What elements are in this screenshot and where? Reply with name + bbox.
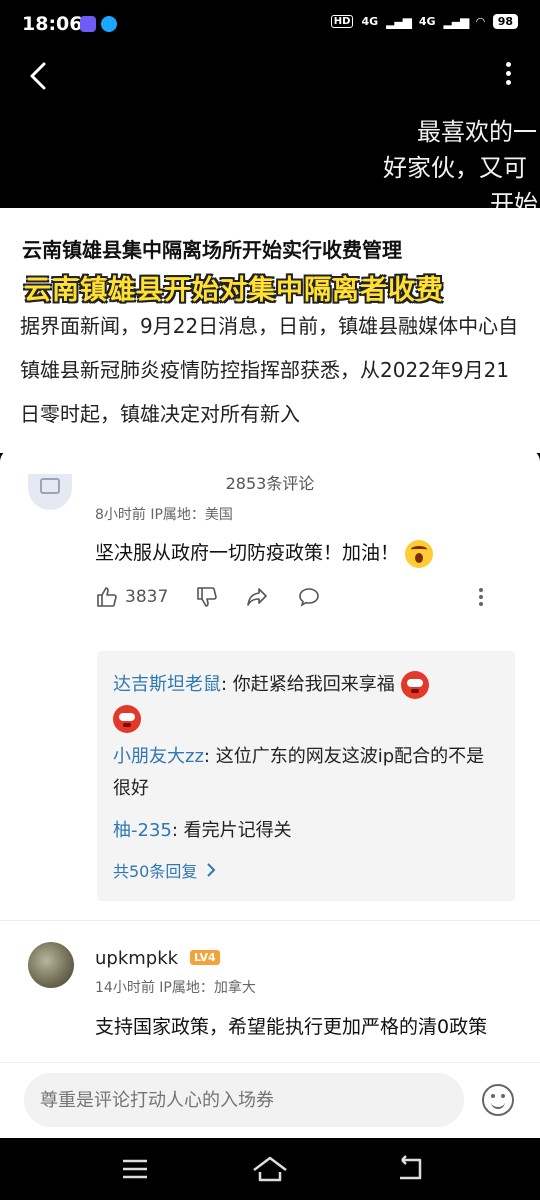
status-time: 18:06 [22, 13, 83, 35]
reply-item[interactable]: 小朋友大zz: 这位广东的网友这波ip配合的不是很好 [113, 741, 493, 805]
share-button[interactable] [245, 582, 269, 612]
like-button[interactable]: 3837 [95, 582, 168, 612]
comment-divider [0, 920, 540, 921]
hd-voice-icon: HD [330, 15, 354, 28]
reply-author[interactable]: 达吉斯坦老鼠 [113, 674, 221, 695]
back-arrow-icon [30, 62, 46, 90]
comment-more-button[interactable] [469, 582, 493, 612]
surprised-emoji-icon [405, 539, 434, 568]
more-options-button[interactable] [498, 58, 518, 98]
reply-text: 你赶紧给我回来享福 [232, 674, 395, 695]
wifi-icon: ◠ [476, 15, 485, 28]
share-icon [247, 588, 267, 606]
comment-text: 支持国家政策，希望能执行更加严格的清0政策 [95, 1016, 488, 1038]
nav-back-button[interactable] [390, 1152, 430, 1186]
comment-actions: 3837 [95, 582, 495, 612]
thumb-up-icon [97, 587, 117, 607]
level-badge: LV4 [190, 950, 220, 965]
comment-input[interactable] [24, 1073, 464, 1127]
comment-author[interactable]: upkmpkk [95, 948, 178, 969]
comments-sheet[interactable]: 2853条评论 8小时前 IP属地：美国 坚决服从政府一切防疫政策！加油！ 38… [0, 448, 540, 1138]
network-label-1: 4G [361, 15, 379, 28]
chevron-right-icon [207, 863, 216, 877]
emoji-icon[interactable] [482, 1084, 514, 1116]
like-count: 3837 [125, 587, 169, 607]
view-more-replies-link[interactable]: 共50条回复 [113, 858, 217, 882]
article-title: 云南镇雄县集中隔离场所开始实行收费管理 [22, 238, 402, 262]
video-subtitle-line: 最喜欢的一 [417, 118, 537, 146]
comment-text-content: 坚决服从政府一切防疫政策！加油！ [95, 542, 400, 564]
comment-meta: 8小时前 IP属地：美国 [95, 507, 233, 523]
reply-button[interactable] [297, 582, 321, 612]
signal-icon: ▂▄▆ [386, 14, 412, 29]
comments-count-title: 2853条评论 [225, 474, 315, 493]
menu-icon [123, 1159, 147, 1179]
avatar[interactable] [28, 942, 74, 988]
back-button[interactable] [20, 56, 60, 96]
comment-input-bar [0, 1062, 540, 1138]
nav-back-icon [400, 1155, 422, 1180]
video-subtitle-line: 好家伙，又可 [383, 154, 527, 182]
signal-icon-2: ▂▄▆ [443, 14, 470, 29]
more-vertical-icon [479, 588, 483, 606]
reply-item[interactable]: 达吉斯坦老鼠: 你赶紧给我回来享福 [113, 669, 483, 701]
thumb-down-icon [197, 587, 217, 607]
nav-home-button[interactable] [250, 1152, 290, 1186]
status-bar: 18:06 HD 4G ▂▄▆ 4G ▂▄▆ ◠ 98 [0, 0, 540, 50]
article-caption-overlay: 云南镇雄县开始对集中隔离者收费 [24, 275, 444, 306]
reply-author[interactable]: 柚-235 [113, 820, 172, 841]
system-nav-bar [0, 1138, 540, 1200]
status-indicators: HD 4G ▂▄▆ 4G ▂▄▆ ◠ 98 [330, 14, 518, 29]
battery-icon: 98 [492, 14, 518, 29]
reply-author[interactable]: 小朋友大zz [113, 746, 204, 767]
comment-meta: 14小时前 IP属地：加拿大 [95, 980, 256, 996]
qq-notification-icon [101, 16, 117, 32]
reply-thread[interactable]: 达吉斯坦老鼠: 你赶紧给我回来享福 小朋友大zz: 这位广东的网友这波ip配合的… [97, 651, 515, 901]
app-notification-icon [80, 16, 96, 32]
reply-item[interactable]: 柚-235: 看完片记得关 [113, 815, 292, 847]
nav-menu-button[interactable] [115, 1152, 155, 1186]
reply-text: 看完片记得关 [183, 820, 292, 841]
video-player[interactable]: 最喜欢的一 好家伙，又可 开始 [0, 50, 540, 218]
comment-bubble-icon [299, 588, 319, 607]
article-frame: 云南镇雄县集中隔离场所开始实行收费管理 云南镇雄县开始对集中隔离者收费 据界面新… [0, 208, 540, 453]
more-replies-label: 共50条回复 [113, 862, 198, 881]
avatar[interactable] [28, 474, 72, 510]
tv-avatar-icon [40, 478, 60, 494]
comment-text: 坚决服从政府一切防疫政策！加油！ [95, 538, 434, 568]
article-body: 据界面新闻，9月22日消息，日前，镇雄县融媒体中心自镇雄县新冠肺炎疫情防控指挥部… [20, 314, 519, 426]
more-vertical-icon [505, 62, 511, 67]
dislike-button[interactable] [195, 582, 219, 612]
angry-emoji-icon [113, 705, 141, 733]
angry-emoji-icon [400, 671, 429, 699]
network-label-2: 4G [418, 15, 436, 28]
home-icon [253, 1156, 287, 1182]
